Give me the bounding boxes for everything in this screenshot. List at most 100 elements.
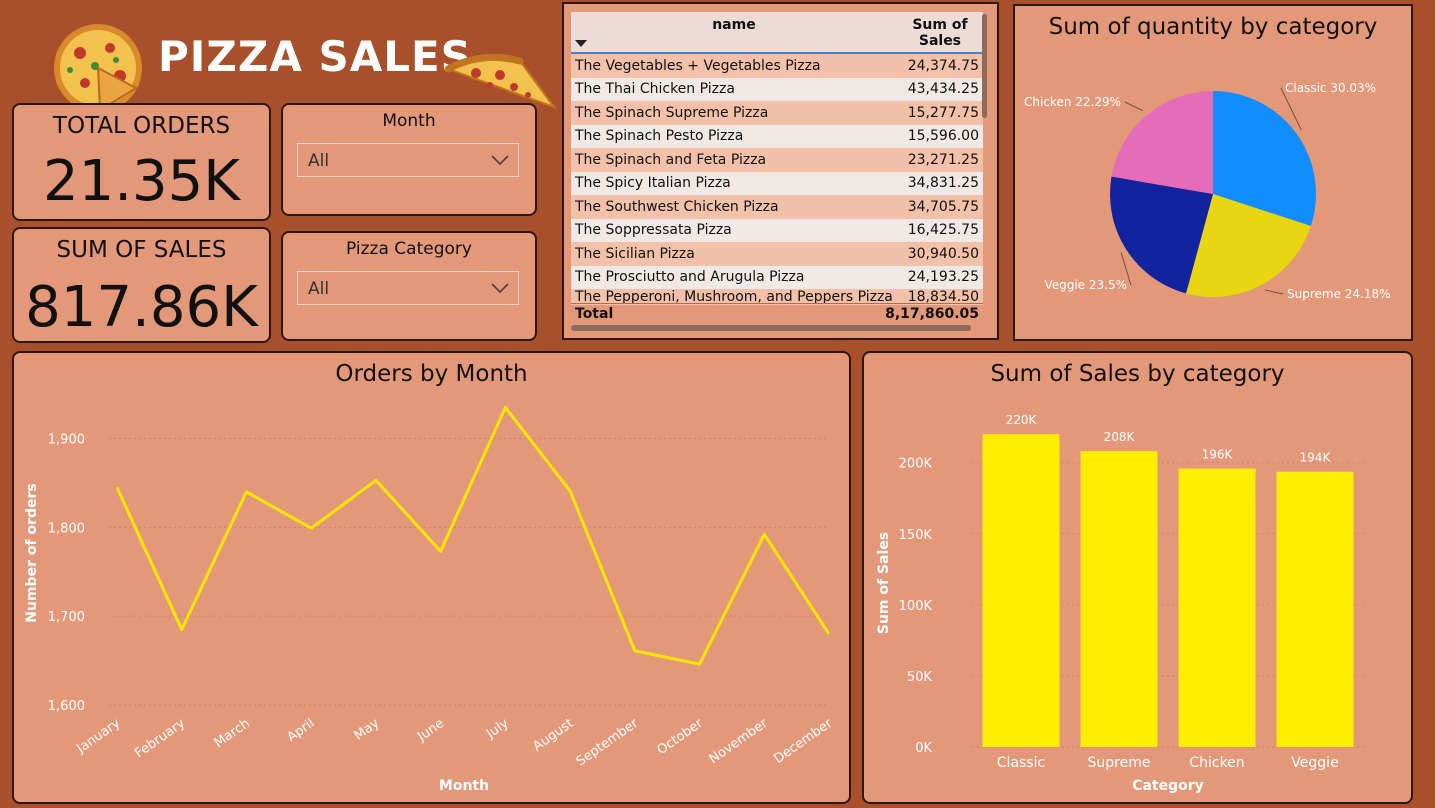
bar-chicken[interactable] <box>1178 468 1256 747</box>
table-row[interactable]: The Thai Chicken Pizza 43,434.25 <box>571 77 983 101</box>
y-axis-title: Sum of Sales <box>876 532 892 634</box>
month-slicer: Month All <box>281 103 537 216</box>
table-row[interactable]: The Vegetables + Vegetables Pizza 24,374.… <box>571 53 983 78</box>
bar-chart: 0K 50K 100K 150K 200K 220K Classic 208K Supreme 1… <box>876 413 1364 794</box>
table-cell-sales: 23,271.25 <box>896 148 983 172</box>
table-total-value: 8,17,860.05 <box>885 306 979 322</box>
table-row[interactable]: The Sicilian Pizza 30,940.50 <box>571 242 983 266</box>
pie-data-label: Veggie 23.5% <box>1044 278 1127 292</box>
category-dropdown[interactable]: All <box>297 271 519 305</box>
category-slicer-label: Pizza Category <box>346 239 472 259</box>
month-slicer-label: Month <box>382 111 436 131</box>
pie-data-label: Classic 30.03% <box>1285 81 1376 95</box>
table-cell-name: The Spicy Italian Pizza <box>571 171 897 195</box>
bar-chart-card: Sum of Sales by category 0K 50K 100K 150K 20… <box>862 351 1413 804</box>
x-tick-label: Classic <box>997 755 1045 771</box>
column-header-sales[interactable]: Sum of Sales <box>896 12 983 54</box>
x-tick-label: April <box>285 716 318 745</box>
x-tick-label: July <box>483 716 512 742</box>
x-tick-label: September <box>574 716 642 770</box>
month-dropdown-value: All <box>308 151 330 171</box>
bar-supreme[interactable] <box>1080 451 1158 747</box>
pie-chart: Classic 30.03% Supreme 24.18% Veggie 23.5%… <box>1024 81 1391 301</box>
total-orders-value: 21.35K <box>42 149 241 214</box>
x-tick-label: Chicken <box>1189 755 1244 771</box>
x-axis-title: Category <box>1132 778 1204 794</box>
table-vertical-scrollbar[interactable] <box>982 14 987 118</box>
pie-data-label: Supreme 24.18% <box>1287 287 1391 301</box>
x-tick-label: December <box>771 716 835 767</box>
x-tick-label: Veggie <box>1291 755 1338 771</box>
sales-table: name Sum of Sales The Vegetables + Veget… <box>571 12 983 305</box>
chevron-down-icon <box>491 283 509 294</box>
x-axis-title: Month <box>439 778 489 794</box>
sum-of-sales-card: SUM OF SALES 817.86K <box>12 227 271 343</box>
x-tick-label: March <box>212 716 253 751</box>
table-row[interactable]: The Spinach Supreme Pizza 15,277.75 <box>571 101 983 125</box>
bar-data-label: 196K <box>1202 448 1234 462</box>
table-row[interactable]: The Soppressata Pizza 16,425.75 <box>571 218 983 242</box>
y-tick-label: 1,800 <box>48 521 85 536</box>
series-line-orders[interactable] <box>115 405 831 666</box>
sort-descending-icon[interactable] <box>575 40 587 48</box>
table-cell-name: The Spinach Pesto Pizza <box>571 124 897 148</box>
sum-of-sales-value: 817.86K <box>25 275 258 340</box>
page-title: PIZZA SALES <box>158 32 472 81</box>
table-cell-name: The Soppressata Pizza <box>571 218 897 242</box>
pie-chart-card: Sum of quantity by category Classic 30.0… <box>1013 4 1413 341</box>
sales-table-card: name Sum of Sales The Vegetables + Veget… <box>562 2 999 340</box>
table-row[interactable]: The Southwest Chicken Pizza 34,705.75 <box>571 195 983 219</box>
table-cell-name: The Vegetables + Vegetables Pizza <box>571 53 897 78</box>
total-orders-card: TOTAL ORDERS 21.35K <box>12 103 271 221</box>
y-tick-label: 1,700 <box>48 610 85 625</box>
column-header-name[interactable]: name <box>571 12 897 54</box>
bar-data-label: 208K <box>1104 430 1136 444</box>
pie-chart-title: Sum of quantity by category <box>1048 14 1378 40</box>
pie-leader-line <box>1124 101 1143 112</box>
header: PIZZA SALES <box>40 18 560 113</box>
y-tick-label: 0K <box>915 741 932 756</box>
table-cell-name: The Spinach and Feta Pizza <box>571 148 897 172</box>
y-axis-title: Number of orders <box>24 483 40 622</box>
table-row[interactable]: The Spinach and Feta Pizza 23,271.25 <box>571 148 983 172</box>
table-cell-sales: 34,705.75 <box>896 195 983 219</box>
total-orders-label: TOTAL ORDERS <box>52 113 231 139</box>
bar-classic[interactable] <box>982 434 1060 747</box>
y-tick-label: 1,900 <box>48 433 85 448</box>
y-tick-label: 200K <box>899 457 933 472</box>
y-tick-label: 1,600 <box>48 699 85 714</box>
pie-leader-line <box>1264 289 1284 295</box>
table-cell-sales: 34,831.25 <box>896 171 983 195</box>
table-row[interactable]: The Prosciutto and Arugula Pizza 24,193.2… <box>571 265 983 289</box>
line-chart-title: Orders by Month <box>335 361 528 387</box>
x-tick-label: May <box>352 716 383 744</box>
x-tick-label: August <box>531 716 577 754</box>
table-cell-sales: 24,374.75 <box>896 53 983 78</box>
table-cell-sales: 24,193.25 <box>896 265 983 289</box>
x-tick-label: June <box>414 716 447 745</box>
month-dropdown[interactable]: All <box>297 143 519 177</box>
table-row[interactable]: The Spinach Pesto Pizza 15,596.00 <box>571 124 983 148</box>
pizza-icon <box>54 24 142 112</box>
table-cell-name: The Spinach Supreme Pizza <box>571 101 897 125</box>
table-cell-name: The Sicilian Pizza <box>571 242 897 266</box>
table-body: The Vegetables + Vegetables Pizza 24,374.… <box>571 53 983 305</box>
x-tick-label: November <box>707 716 772 767</box>
x-tick-label: October <box>655 716 707 759</box>
pie-data-label: Chicken 22.29% <box>1024 95 1121 109</box>
bar-data-label: 194K <box>1300 451 1332 465</box>
chevron-down-icon <box>491 155 509 166</box>
table-cell-sales: 15,277.75 <box>896 101 983 125</box>
table-cell-sales: 16,425.75 <box>896 218 983 242</box>
bar-veggie[interactable] <box>1276 471 1354 747</box>
category-dropdown-value: All <box>308 279 330 299</box>
x-tick-label: February <box>132 716 188 762</box>
table-total-label: Total <box>575 306 614 322</box>
y-tick-label: 100K <box>899 599 933 614</box>
table-cell-sales: 43,434.25 <box>896 77 983 101</box>
y-tick-label: 50K <box>907 670 933 685</box>
table-cell-name: The Thai Chicken Pizza <box>571 77 897 101</box>
table-horizontal-scrollbar[interactable] <box>571 325 971 331</box>
pie-slice-chicken[interactable] <box>1111 91 1213 194</box>
table-row[interactable]: The Spicy Italian Pizza 34,831.25 <box>571 171 983 195</box>
